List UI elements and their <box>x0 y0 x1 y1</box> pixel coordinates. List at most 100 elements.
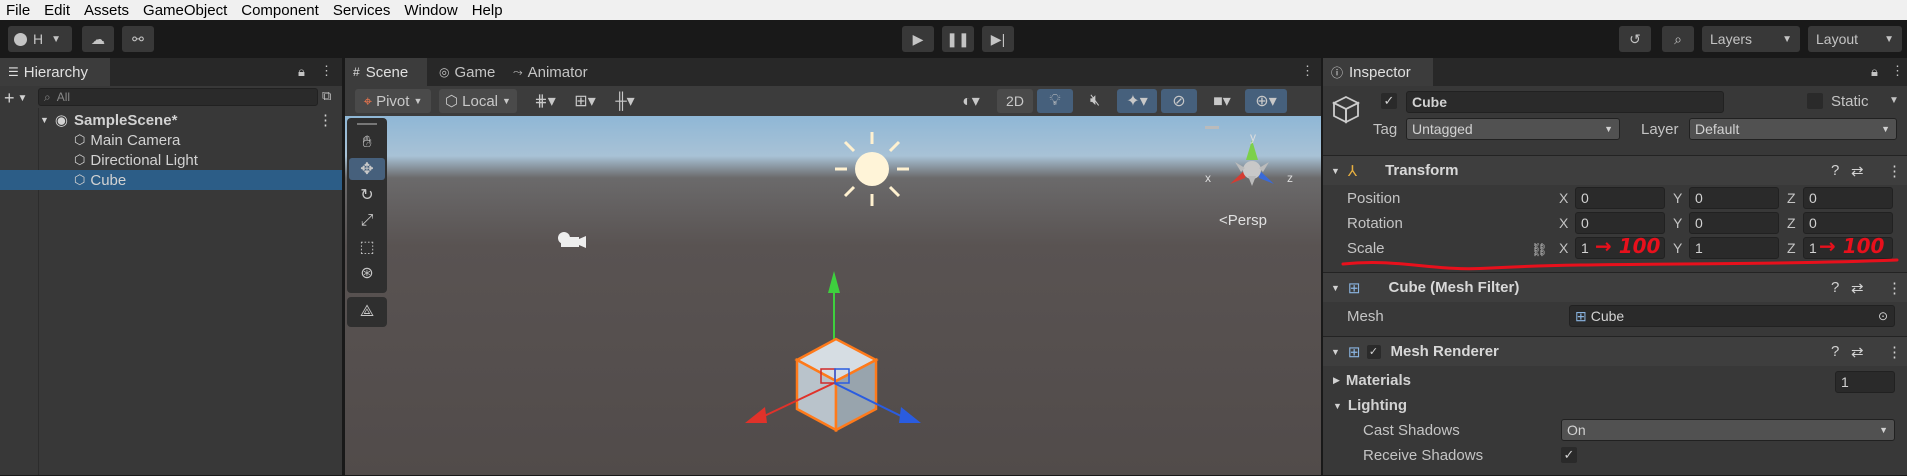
transform-header[interactable]: ▼ ⅄ Transform ? ⇄ ⋮ <box>1323 155 1907 185</box>
cast-shadows-label: Cast Shadows <box>1363 422 1460 439</box>
presets-icon[interactable]: ⇄ <box>1851 343 1864 361</box>
cloud-button[interactable]: ☁ <box>82 26 114 52</box>
toggle-2d-button[interactable]: 2D <box>997 89 1033 113</box>
tab-hierarchy[interactable]: ☰ Hierarchy <box>0 58 110 86</box>
active-checkbox[interactable]: ✓ <box>1381 93 1397 109</box>
help-icon[interactable]: ? <box>1831 279 1839 296</box>
layers-dropdown[interactable]: Layers ▼ <box>1702 26 1800 52</box>
ruler-button[interactable]: ╫▾ <box>607 89 643 113</box>
tab-inspector[interactable]: ⓘ Inspector <box>1323 58 1433 86</box>
scale-tool[interactable]: ⤢ <box>349 210 385 232</box>
tag-dropdown[interactable]: Untagged ▼ <box>1406 118 1620 140</box>
effects-toggle[interactable]: ✦▾ <box>1117 89 1157 113</box>
object-picker-icon[interactable]: ⊙ <box>1878 309 1888 323</box>
shading-mode-button[interactable]: ◐▾ <box>953 89 989 113</box>
rotation-y-field[interactable]: 0 <box>1689 212 1779 234</box>
sun-icon[interactable] <box>833 130 911 208</box>
materials-count-field[interactable]: 1 <box>1835 371 1895 393</box>
menu-component[interactable]: Component <box>235 2 325 19</box>
scene-viewport[interactable]: ✋︎ ✥ ↻ ⤢ ⬚ ⊛ ⟁ y x z <Persp <box>345 116 1321 475</box>
collab-button[interactable]: ⚯ <box>122 26 154 52</box>
drag-handle[interactable] <box>357 123 377 125</box>
more-icon[interactable]: ⋮ <box>1891 63 1904 79</box>
pause-button[interactable]: ❚❚ <box>942 26 974 52</box>
lock-icon[interactable]: 🔒︎ <box>298 64 305 80</box>
cast-shadows-dropdown[interactable]: On ▼ <box>1561 419 1895 441</box>
menu-help[interactable]: Help <box>466 2 509 19</box>
hierarchy-search-input[interactable]: ⌕ All <box>38 88 318 106</box>
hierarchy-item-cube[interactable]: ⬡ Cube <box>0 170 342 190</box>
more-icon[interactable]: ⋮ <box>1887 162 1902 180</box>
move-tool[interactable]: ✥ <box>349 158 385 180</box>
layer-dropdown[interactable]: Default ▼ <box>1689 118 1897 140</box>
receive-shadows-label: Receive Shadows <box>1363 447 1484 464</box>
search-button[interactable]: ⌕ <box>1662 26 1694 52</box>
presets-icon[interactable]: ⇄ <box>1851 162 1864 180</box>
perspective-label[interactable]: <Persp <box>1219 212 1267 229</box>
rotate-tool[interactable]: ↻ <box>349 184 385 206</box>
layout-dropdown[interactable]: Layout ▼ <box>1808 26 1902 52</box>
hidden-objects-toggle[interactable]: ⊘ <box>1161 89 1197 113</box>
hand-tool[interactable]: ✋︎ <box>349 132 385 154</box>
menu-assets[interactable]: Assets <box>78 2 135 19</box>
cube-with-move-gizmo[interactable] <box>735 271 935 476</box>
lighting-toggle[interactable]: 💡︎ <box>1037 89 1073 113</box>
search-options-icon[interactable]: ⧉ <box>322 88 331 104</box>
rotation-z-field[interactable]: 0 <box>1803 212 1893 234</box>
lock-icon[interactable]: 🔒︎ <box>1871 64 1878 80</box>
create-button[interactable]: + ▼ <box>4 88 27 109</box>
lighting-foldout[interactable]: ▼ Lighting <box>1333 397 1407 414</box>
rect-tool[interactable]: ⬚ <box>349 236 385 258</box>
materials-foldout[interactable]: ▶ Materials <box>1333 372 1411 389</box>
tab-game[interactable]: ◎ Game <box>431 58 503 86</box>
help-icon[interactable]: ? <box>1831 162 1839 179</box>
grid-snap-icon: ⋕▾ <box>534 93 556 110</box>
mesh-renderer-header[interactable]: ▼ ⊞ ✓ Mesh Renderer ? ⇄ ⋮ <box>1323 336 1907 366</box>
help-icon[interactable]: ? <box>1831 343 1839 360</box>
mesh-field[interactable]: ⊞ Cube ⊙ <box>1569 305 1895 327</box>
receive-shadows-checkbox[interactable]: ✓ <box>1561 447 1577 463</box>
rotation-x-field[interactable]: 0 <box>1575 212 1665 234</box>
pivot-dropdown[interactable]: ⌖ Pivot ▼ <box>355 89 431 113</box>
account-dropdown[interactable]: H ▼ <box>8 26 72 52</box>
position-y-field[interactable]: 0 <box>1689 187 1779 209</box>
local-dropdown[interactable]: ⬡ Local ▼ <box>439 89 517 113</box>
more-icon[interactable]: ⋮ <box>318 111 333 129</box>
more-icon[interactable]: ⋮ <box>1301 63 1314 79</box>
mesh-filter-header[interactable]: ▼ ⊞ Cube (Mesh Filter) ? ⇄ ⋮ <box>1323 272 1907 302</box>
menu-gameobject[interactable]: GameObject <box>137 2 233 19</box>
transform-tool[interactable]: ⊛ <box>349 262 385 284</box>
audio-toggle[interactable]: 🔇︎ <box>1077 89 1113 113</box>
history-button[interactable]: ↺ <box>1619 26 1651 52</box>
position-x-field[interactable]: 0 <box>1575 187 1665 209</box>
play-button[interactable]: ▶ <box>902 26 934 52</box>
menu-window[interactable]: Window <box>398 2 463 19</box>
scene-row[interactable]: ▼ ◉ SampleScene* ⋮ <box>40 110 342 130</box>
mesh-renderer-enabled-checkbox[interactable]: ✓ <box>1366 344 1381 359</box>
menu-file[interactable]: File <box>0 2 36 19</box>
transform-icon: ⊛ <box>360 265 374 282</box>
more-icon[interactable]: ⋮ <box>1887 343 1902 361</box>
scene-view[interactable]: ⌖ Pivot ▼ ⬡ Local ▼ ⋕▾ ⊞▾ ╫▾ ◐▾ 2D 💡︎ 🔇︎… <box>345 86 1321 475</box>
gizmos-toggle[interactable]: ⊕▾ <box>1245 89 1287 113</box>
more-icon[interactable]: ⋮ <box>320 63 333 79</box>
camera-settings-button[interactable]: ■▾ <box>1201 89 1243 113</box>
presets-icon[interactable]: ⇄ <box>1851 279 1864 297</box>
position-z-field[interactable]: 0 <box>1803 187 1893 209</box>
snap-increment-button[interactable]: ⊞▾ <box>567 89 603 113</box>
static-checkbox[interactable] <box>1807 93 1823 109</box>
menu-services[interactable]: Services <box>327 2 397 19</box>
step-button[interactable]: ▶| <box>982 26 1014 52</box>
chevron-down-icon[interactable]: ▼ <box>1889 95 1899 106</box>
hierarchy-item-directional-light[interactable]: ⬡ Directional Light <box>74 150 198 170</box>
lightbulb-icon: 💡︎ <box>1049 92 1061 109</box>
custom-tool[interactable]: ⟁ <box>349 301 385 323</box>
more-icon[interactable]: ⋮ <box>1887 279 1902 297</box>
camera-gizmo-icon[interactable] <box>555 229 587 251</box>
object-name-field[interactable]: Cube <box>1406 91 1724 113</box>
tab-scene[interactable]: # Scene <box>345 58 427 86</box>
tab-animator[interactable]: ⤳ Animator <box>505 58 596 86</box>
hierarchy-item-main-camera[interactable]: ⬡ Main Camera <box>74 130 180 150</box>
grid-snap-button[interactable]: ⋕▾ <box>527 89 563 113</box>
menu-edit[interactable]: Edit <box>38 2 76 19</box>
